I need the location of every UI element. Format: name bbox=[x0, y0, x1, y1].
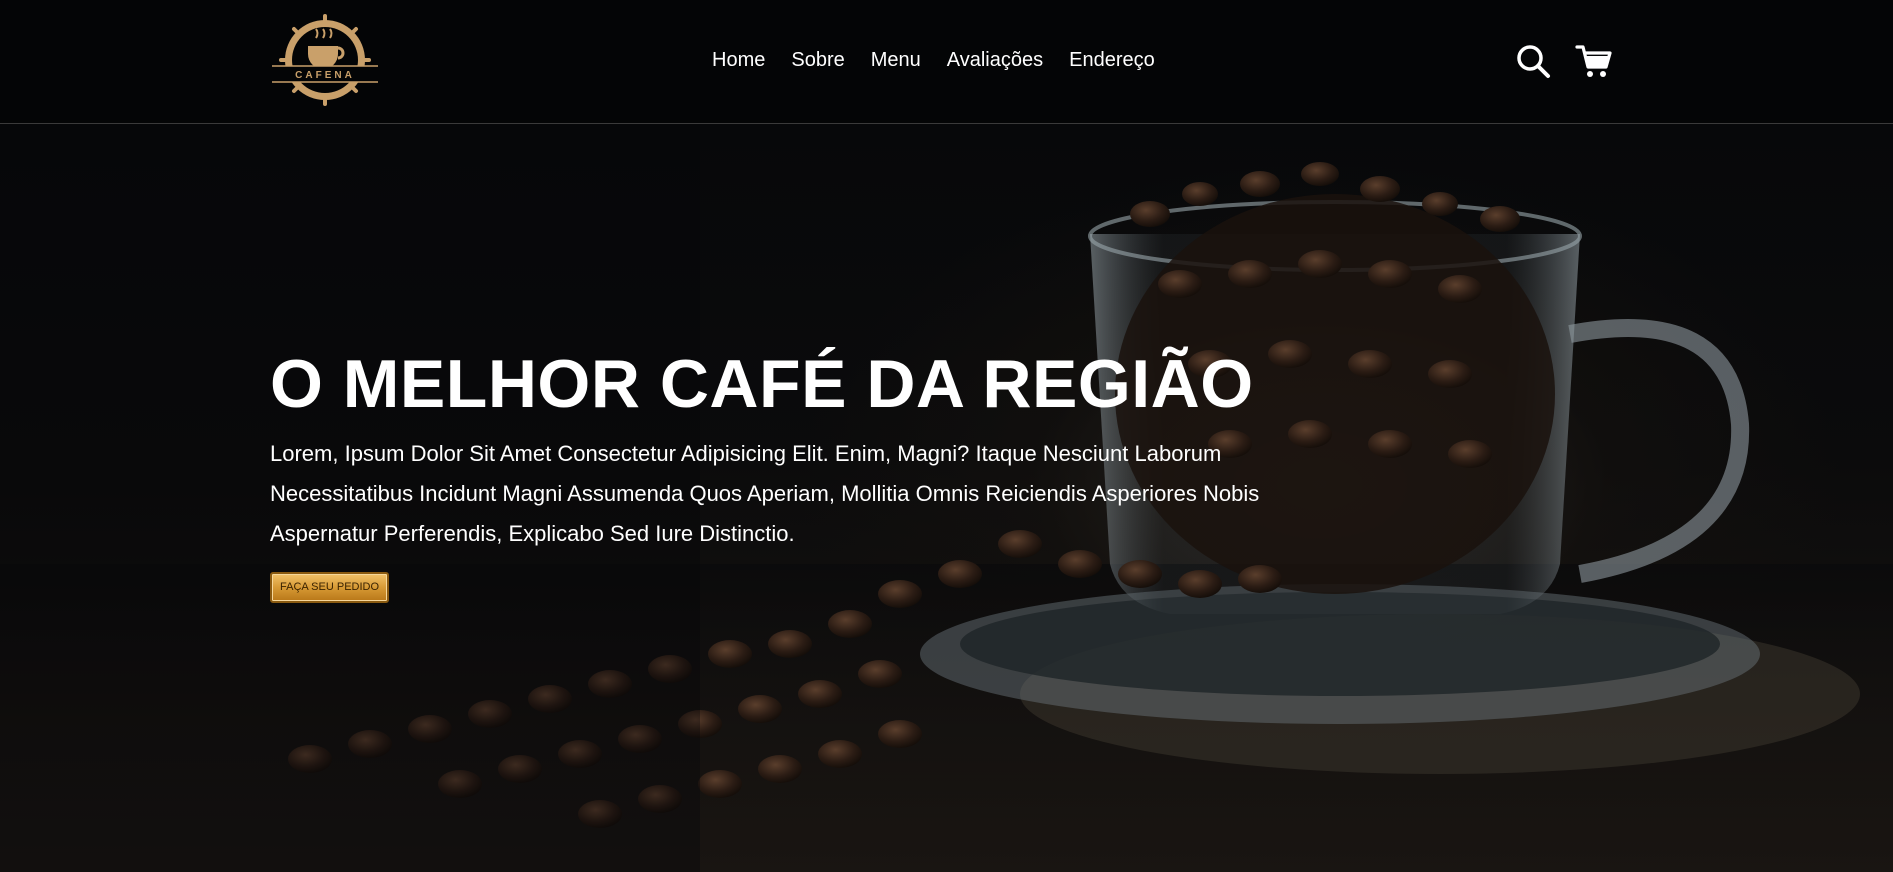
search-icon bbox=[1517, 45, 1550, 78]
cart-icon bbox=[1575, 45, 1612, 77]
nav-home[interactable]: Home bbox=[712, 46, 765, 74]
main-nav: Home Sobre Menu Avaliações Endereço bbox=[712, 46, 1155, 74]
cafena-logo[interactable]: CAFENA bbox=[270, 14, 380, 106]
logo-text: CAFENA bbox=[295, 70, 355, 81]
nav-sobre[interactable]: Sobre bbox=[791, 46, 844, 74]
nav-endereco[interactable]: Endereço bbox=[1069, 46, 1155, 74]
nav-avaliacoes[interactable]: Avaliações bbox=[947, 46, 1043, 74]
nav-menu[interactable]: Menu bbox=[871, 46, 921, 74]
order-button[interactable]: FAÇA SEU PEDIDO bbox=[270, 572, 390, 603]
hero-content: O MELHOR CAFÉ DA REGIÃO Lorem, Ipsum Dol… bbox=[270, 344, 1320, 603]
hero-description: Lorem, Ipsum Dolor Sit Amet Consectetur … bbox=[270, 441, 1260, 546]
site-header: CAFENA Home Sobre Menu Avaliações Endere… bbox=[0, 0, 1893, 124]
hero-title: O MELHOR CAFÉ DA REGIÃO bbox=[270, 346, 1254, 422]
hero-section: O MELHOR CAFÉ DA REGIÃO Lorem, Ipsum Dol… bbox=[0, 124, 1893, 872]
cart-button[interactable] bbox=[1574, 42, 1614, 82]
search-button[interactable] bbox=[1514, 42, 1554, 82]
